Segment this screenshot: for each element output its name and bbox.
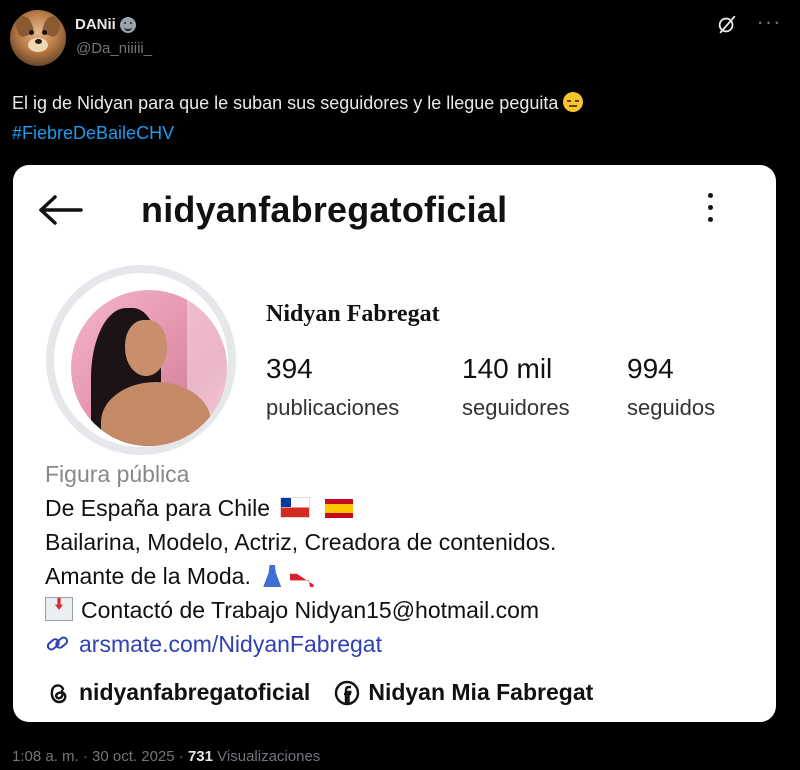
avatar-dog-nose: [35, 39, 42, 44]
ig-display-name: Nidyan Fabregat: [266, 301, 440, 327]
tweet-meta: 1:08 a. m. · 30 oct. 2025 · 731 Visualiz…: [12, 748, 320, 765]
grok-icon[interactable]: [716, 14, 738, 36]
bio-line: Contactó de Trabajo Nidyan15@hotmail.com: [81, 597, 540, 623]
ig-username-header: nidyanfabregatoficial: [141, 189, 508, 230]
pensive-face-emoji-icon: [563, 92, 584, 112]
profile-picture: [71, 290, 227, 446]
threads-icon: [50, 683, 67, 703]
ig-bio: Figura pública De España para Chile Bail…: [45, 457, 556, 661]
facebook-link: Nidyan Mia Fabregat: [334, 679, 593, 706]
avatar-dog-eye: [42, 30, 47, 35]
attached-image[interactable]: nidyanfabregatoficial Nidyan Fabregat 39…: [13, 165, 776, 722]
stat-followers: 140 mil seguidores: [462, 353, 570, 421]
meta-separator: ·: [178, 748, 184, 765]
threads-link: nidyanfabregatoficial: [45, 679, 310, 706]
tweet-time[interactable]: 1:08 a. m.: [12, 748, 79, 765]
smiling-face-emoji-icon: [119, 16, 136, 33]
back-arrow-icon: [39, 195, 83, 225]
tweet-date[interactable]: 30 oct. 2025: [92, 748, 175, 765]
stat-value: 394: [266, 353, 313, 384]
author-avatar[interactable]: [10, 10, 66, 66]
tweet-text: El ig de Nidyan para que le suban sus se…: [12, 88, 584, 148]
stat-value: 140 mil: [462, 353, 553, 384]
ig-category: Figura pública: [45, 461, 190, 487]
more-options-icon[interactable]: ···: [754, 10, 784, 40]
high-heel-emoji-icon: [289, 573, 314, 587]
stat-posts: 394 publicaciones: [266, 353, 399, 421]
stat-label: publicaciones: [266, 395, 400, 420]
facebook-name: Nidyan Mia Fabregat: [368, 679, 594, 705]
threads-handle: nidyanfabregatoficial: [79, 679, 311, 705]
stat-value: 994: [627, 353, 674, 384]
views-count: 731: [187, 748, 213, 765]
avatar-dog-eye: [29, 30, 34, 35]
ig-linked-accounts: nidyanfabregatoficial Nidyan Mia Fabrega…: [45, 679, 593, 706]
hashtag-link[interactable]: #FiebreDeBaileCHV: [12, 123, 174, 143]
bio-line: De España para Chile: [45, 495, 271, 521]
link-icon: [46, 636, 69, 651]
stat-following: 994 seguidos: [627, 353, 715, 421]
author-name[interactable]: DANii: [75, 16, 136, 33]
kebab-menu-icon: [703, 193, 717, 229]
bio-link: arsmate.com/NidyanFabregat: [79, 631, 382, 657]
incoming-envelope-icon: [45, 597, 73, 621]
views-label: Visualizaciones: [217, 748, 321, 765]
facebook-icon: [335, 680, 360, 705]
bio-line: Amante de la Moda.: [45, 563, 251, 589]
dress-emoji-icon: [263, 565, 282, 587]
author-name-text[interactable]: DANii: [75, 16, 116, 33]
spain-flag-icon: [324, 499, 353, 518]
author-handle[interactable]: @Da_niiiii_: [76, 40, 152, 57]
chile-flag-icon: [280, 497, 311, 518]
tweet-body: El ig de Nidyan para que le suban sus se…: [12, 93, 559, 113]
stat-label: seguidos: [627, 395, 716, 420]
profile-picture-ring: [46, 265, 236, 455]
stat-label: seguidores: [462, 395, 570, 420]
meta-separator: ·: [82, 748, 88, 765]
bio-line: Bailarina, Modelo, Actriz, Creadora de c…: [45, 529, 557, 555]
